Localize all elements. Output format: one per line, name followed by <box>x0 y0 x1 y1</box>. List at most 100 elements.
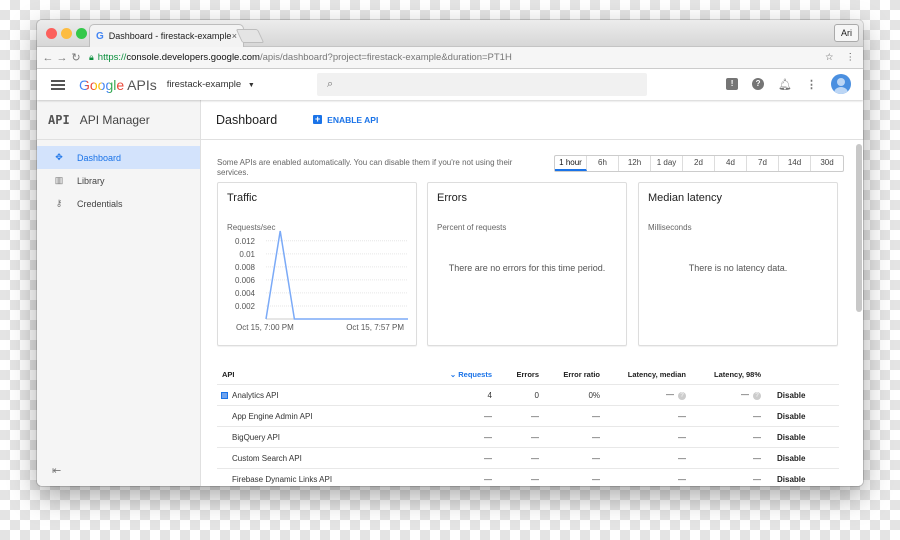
enable-api-button[interactable]: + ENABLE API <box>313 115 378 125</box>
traffic-card: Traffic Requests/sec 0.002 0.004 0.006 0.00… <box>217 182 417 346</box>
range-30d[interactable]: 30d <box>811 156 843 171</box>
range-4d[interactable]: 4d <box>715 156 747 171</box>
latency-98-value: — <box>753 474 761 484</box>
collapse-sidebar-icon[interactable]: ⇤ <box>52 464 61 477</box>
sidebar-item-label: Dashboard <box>77 152 122 163</box>
range-1-day[interactable]: 1 day <box>651 156 683 171</box>
latency-98-cell: —? <box>686 390 761 400</box>
y-tick-label: 0.008 <box>235 263 256 272</box>
notifications-bell-icon[interactable]: 🔔︎ <box>778 78 792 91</box>
range-6h[interactable]: 6h <box>587 156 619 171</box>
browser-menu-icon[interactable]: ⋮ <box>846 52 856 63</box>
latency-98-value: — <box>753 453 761 463</box>
info-text: Some APIs are enabled automatically. You… <box>217 158 513 177</box>
latency-median-cell: — <box>600 475 686 484</box>
disable-button[interactable]: Disable <box>761 433 821 442</box>
errors-card: Errors Percent of requests There are no … <box>427 182 627 346</box>
profile-button[interactable]: Ari <box>834 24 859 42</box>
range-2d[interactable]: 2d <box>683 156 715 171</box>
api-name[interactable]: App Engine Admin API <box>217 412 437 421</box>
latency-median-value: — <box>678 432 686 442</box>
errors-cell: — <box>531 411 539 421</box>
col-errors[interactable]: Errors <box>492 370 539 379</box>
dropdown-arrow-icon: ▼ <box>247 82 255 89</box>
col-latency-median[interactable]: Latency, median <box>600 370 686 379</box>
y-tick-label: 0.01 <box>239 250 255 259</box>
latency-median-value: — <box>678 453 686 463</box>
project-selector[interactable]: firestack-example ▼ <box>167 79 255 90</box>
maximize-window-icon[interactable] <box>76 28 87 39</box>
table-row[interactable]: App Engine Admin API — — — — — Disable <box>217 406 839 427</box>
forward-icon[interactable]: → <box>55 52 69 64</box>
page-title: Dashboard <box>216 112 278 127</box>
feedback-icon[interactable]: ! <box>726 78 739 90</box>
table-row[interactable]: Analytics API 4 0 0% —? —? Disable <box>217 385 839 406</box>
error-ratio-cell: — <box>592 474 600 484</box>
latency-median-cell: —? <box>600 390 686 400</box>
disable-button[interactable]: Disable <box>761 412 821 421</box>
error-ratio-cell: — <box>592 411 600 421</box>
col-latency-98[interactable]: Latency, 98% <box>686 370 761 379</box>
sidebar-item-label: Library <box>77 175 105 186</box>
sidebar-item-library[interactable]: ▥ Library <box>37 169 200 192</box>
x-tick-label: Oct 15, 7:00 PM <box>236 323 294 332</box>
close-tab-icon[interactable]: × <box>232 31 237 41</box>
latency-empty-message: There is no latency data. <box>688 263 788 273</box>
latency-98-value: — <box>741 390 749 399</box>
latency-median-cell: — <box>600 412 686 421</box>
range-1-hour[interactable]: 1 hour <box>555 156 587 171</box>
latency-median-cell: — <box>600 454 686 463</box>
bookmark-star-icon[interactable]: ☆ <box>825 52 834 63</box>
scrollbar[interactable] <box>856 144 862 312</box>
search-icon: ⌕ <box>327 78 334 90</box>
search-input[interactable]: ⌕ <box>317 73 647 96</box>
y-tick-label: 0.004 <box>235 289 256 298</box>
more-options-icon[interactable]: ⋮ <box>806 78 817 91</box>
disable-button[interactable]: Disable <box>761 475 821 484</box>
y-tick-label: 0.002 <box>235 302 256 311</box>
range-12h[interactable]: 12h <box>619 156 651 171</box>
range-7d[interactable]: 7d <box>747 156 779 171</box>
main-content: Dashboard + ENABLE API Some APIs are ena… <box>201 100 863 486</box>
avatar[interactable] <box>831 74 851 94</box>
error-ratio-cell: — <box>592 432 600 442</box>
help-icon[interactable]: ? <box>753 392 761 400</box>
sidebar-item-credentials[interactable]: ⚷ Credentials <box>37 192 200 215</box>
disable-button[interactable]: Disable <box>761 391 821 400</box>
api-name[interactable]: BigQuery API <box>217 433 437 442</box>
latency-median-cell: — <box>600 433 686 442</box>
error-ratio-cell: 0% <box>588 390 600 400</box>
latency-98-cell: — <box>686 412 761 421</box>
close-window-icon[interactable] <box>46 28 57 39</box>
sidebar-header: API API Manager <box>37 100 200 140</box>
back-icon[interactable]: ← <box>41 52 55 64</box>
table-row[interactable]: Firebase Dynamic Links API — — — — — Disable <box>217 469 839 486</box>
y-tick-label: 0.006 <box>235 276 256 285</box>
sort-arrow-icon: ⌄ <box>449 369 459 379</box>
api-name[interactable]: Firebase Dynamic Links API <box>217 475 437 484</box>
col-api[interactable]: API <box>217 370 437 379</box>
latency-median-value: — <box>678 474 686 484</box>
range-14d[interactable]: 14d <box>779 156 811 171</box>
google-apis-logo[interactable]: Google APIs <box>79 77 157 93</box>
table-row[interactable]: BigQuery API — — — — — Disable <box>217 427 839 448</box>
help-icon[interactable]: ? <box>678 392 686 400</box>
sidebar-item-dashboard[interactable]: ✥ Dashboard <box>37 146 200 169</box>
api-name[interactable]: Custom Search API <box>217 454 437 463</box>
reload-icon[interactable]: ↻ <box>69 51 83 64</box>
api-name[interactable]: Analytics API <box>217 391 437 400</box>
project-name: firestack-example <box>166 79 242 90</box>
col-requests[interactable]: ⌄ Requests <box>437 370 492 379</box>
help-icon[interactable]: ? <box>752 78 765 90</box>
col-error-ratio[interactable]: Error ratio <box>539 370 600 379</box>
browser-tab[interactable]: G Dashboard - firestack-example × <box>89 24 244 47</box>
url-field[interactable]: 🔒︎ https:// console.developers.google.co… <box>89 52 512 63</box>
minimize-window-icon[interactable] <box>61 28 72 39</box>
latency-subtitle: Milliseconds <box>648 223 692 232</box>
hamburger-menu-icon[interactable] <box>51 79 65 90</box>
disable-button[interactable]: Disable <box>761 454 821 463</box>
api-name-text: BigQuery API <box>232 432 281 442</box>
errors-cell: — <box>531 432 539 442</box>
api-name-text: Analytics API <box>232 390 279 400</box>
table-row[interactable]: Custom Search API — — — — — Disable <box>217 448 839 469</box>
